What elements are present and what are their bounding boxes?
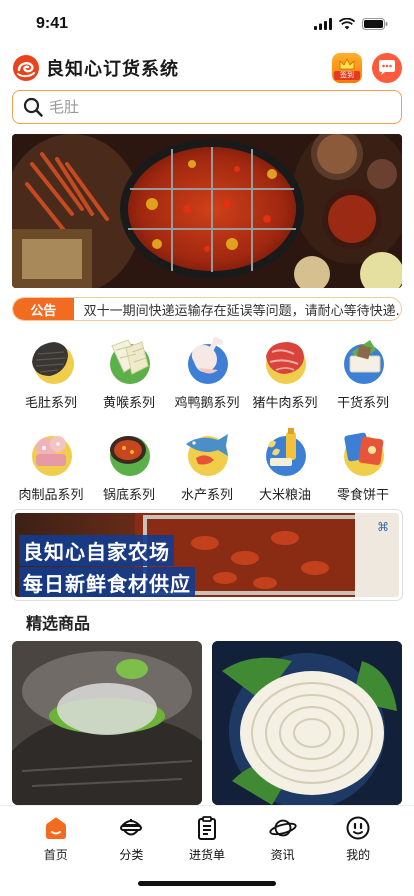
category-meat[interactable]: 猪牛肉系列 <box>246 332 324 416</box>
notice-tag: 公告 <box>13 298 74 320</box>
home-indicator <box>138 881 276 886</box>
category-meat-product[interactable]: 肉制品系列 <box>12 424 90 508</box>
svg-text:⌘: ⌘ <box>377 520 389 534</box>
tab-category[interactable]: 分类 <box>101 814 161 863</box>
category-label: 猪牛肉系列 <box>252 396 318 411</box>
product-image-tripe <box>12 641 202 805</box>
checkin-label: 签到 <box>334 71 360 80</box>
notice-text: 双十一期间快递运输存在延误等问题，请耐心等待快递... <box>83 303 401 319</box>
crown-icon <box>339 58 355 70</box>
signal-icon <box>314 18 332 30</box>
product-card[interactable] <box>212 641 402 805</box>
category-label: 零食饼干 <box>336 488 389 503</box>
search-bar[interactable] <box>12 90 402 124</box>
product-card[interactable] <box>12 641 202 805</box>
bottom-tab-bar: 首页 分类 进货单 资讯 我的 <box>0 805 414 896</box>
tab-profile[interactable]: 我的 <box>328 814 388 863</box>
profile-icon <box>344 814 372 842</box>
category-label: 鸡鸭鹅系列 <box>174 396 240 411</box>
seafood-icon <box>186 434 228 476</box>
category-poultry[interactable]: 鸡鸭鹅系列 <box>168 332 246 416</box>
category-grid: 毛肚系列 黄喉系列 鸡鸭鹅系列 猪牛肉系列 干货系列 肉制品系列 锅底系列 水产… <box>12 332 402 508</box>
header-actions: 签到 <box>332 53 402 83</box>
news-icon <box>268 814 297 842</box>
section-title: 精选商品 <box>26 614 91 633</box>
meat-product-icon <box>32 436 72 476</box>
app-header: 良知心订货系统 签到 <box>0 48 414 88</box>
category-hotpot-base[interactable]: 锅底系列 <box>90 424 168 508</box>
category-label: 干货系列 <box>336 396 389 411</box>
category-label: 大米粮油 <box>258 488 311 503</box>
promo-line-1: 良知心自家农场 <box>19 535 174 566</box>
order-list-icon <box>193 814 221 842</box>
category-dry-goods[interactable]: 干货系列 <box>324 332 402 416</box>
category-tripe[interactable]: 毛肚系列 <box>12 332 90 416</box>
chat-bubble-icon <box>379 60 395 75</box>
promo-line-2: 每日新鲜食材供应 <box>19 567 195 597</box>
app-logo-icon <box>13 55 39 81</box>
status-bar: 9:41 <box>0 0 414 48</box>
status-icons <box>314 18 388 30</box>
hotpot-base-icon <box>110 436 150 476</box>
wifi-icon <box>339 18 355 30</box>
hero-banner[interactable] <box>12 134 402 288</box>
aorta-icon <box>110 339 150 384</box>
notice-bar[interactable]: 公告 双十一期间快递运输存在延误等问题，请耐心等待快递... <box>12 297 402 321</box>
checkin-button[interactable]: 签到 <box>332 53 362 83</box>
category-snack[interactable]: 零食饼干 <box>324 424 402 508</box>
tab-label: 我的 <box>346 848 371 862</box>
promo-banner[interactable]: ⌘ 良知心自家农场 每日新鲜食材供应 <box>12 510 402 600</box>
product-image-aorta <box>212 641 402 805</box>
category-grain-oil[interactable]: 大米粮油 <box>246 424 324 508</box>
tab-news[interactable]: 资讯 <box>253 814 313 863</box>
tab-label: 首页 <box>43 848 68 862</box>
tripe-icon <box>32 342 74 384</box>
category-label: 黄喉系列 <box>102 396 155 411</box>
message-button[interactable] <box>372 53 402 83</box>
tab-label: 进货单 <box>188 848 225 862</box>
category-label: 锅底系列 <box>102 488 155 503</box>
battery-icon <box>362 18 388 30</box>
grain-oil-icon <box>266 428 306 476</box>
tab-home[interactable]: 首页 <box>26 814 86 863</box>
home-icon <box>42 814 70 842</box>
meat-icon <box>266 342 306 384</box>
tab-order-list[interactable]: 进货单 <box>177 814 237 863</box>
category-label: 水产系列 <box>180 488 233 503</box>
tab-label: 分类 <box>119 848 144 862</box>
search-icon <box>23 97 43 117</box>
search-input[interactable] <box>49 98 401 116</box>
category-label: 肉制品系列 <box>18 488 84 503</box>
dry-goods-icon <box>344 340 384 384</box>
hotpot-photo <box>12 134 402 288</box>
category-aorta[interactable]: 黄喉系列 <box>90 332 168 416</box>
snack-icon <box>344 432 384 476</box>
tab-label: 资讯 <box>270 848 295 862</box>
status-time: 9:41 <box>36 15 69 32</box>
category-label: 毛肚系列 <box>24 396 77 411</box>
poultry-icon <box>188 337 228 384</box>
app-title: 良知心订货系统 <box>46 59 179 80</box>
category-icon <box>117 814 145 842</box>
category-seafood[interactable]: 水产系列 <box>168 424 246 508</box>
